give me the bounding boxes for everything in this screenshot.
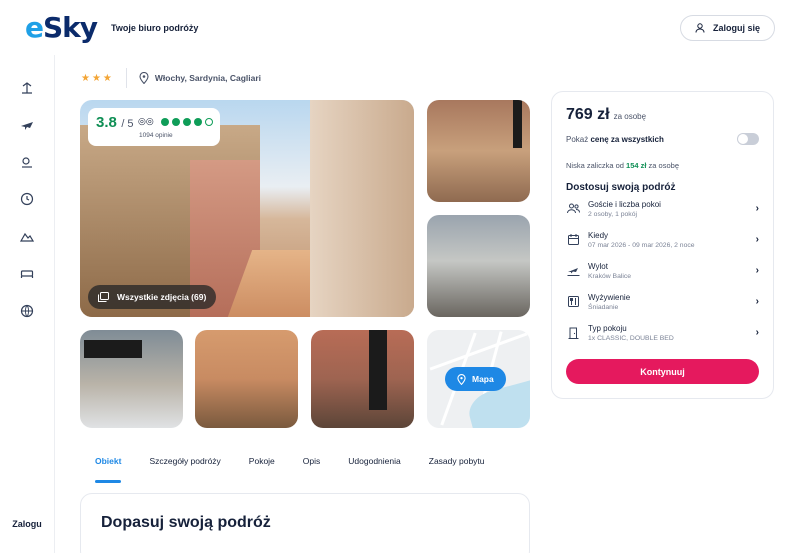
- chevron-right-icon: ›: [755, 203, 759, 214]
- option-sub: Śniadanie: [588, 303, 619, 311]
- location-pin-icon: [457, 373, 466, 385]
- users-icon: [566, 202, 580, 216]
- esky-logo[interactable]: e Sky: [25, 11, 98, 44]
- option-title: Wyżywienie: [588, 292, 631, 302]
- rating-dot: [182, 117, 191, 126]
- tab-zasady-pobytu[interactable]: Zasady pobytu: [415, 450, 499, 480]
- rating-dot: [204, 117, 213, 126]
- photo-wall: [310, 100, 414, 317]
- customize-title: Dostosuj swoją podróż: [566, 182, 676, 193]
- rail-login-button[interactable]: Zalogu: [9, 509, 45, 539]
- deposit-info: Niska zaliczka od 154 zł za osobę: [566, 161, 759, 170]
- login-label: Zaloguj się: [712, 23, 760, 33]
- photo-sign: [84, 340, 142, 358]
- tab-obiekt[interactable]: Obiekt: [81, 450, 135, 483]
- plane-departure-icon: [566, 264, 580, 278]
- option-title: Kiedy: [588, 230, 609, 240]
- photo-sign: [513, 100, 522, 148]
- booking-panel: 769 zł za osobę Pokaż cenę za wszystkich…: [551, 91, 774, 399]
- rating-dot: [171, 117, 180, 126]
- tab-szczegoly-podrozy[interactable]: Szczegóły podróży: [135, 450, 234, 480]
- option-departure[interactable]: Wylot Kraków Balice ›: [566, 255, 759, 286]
- detail-tabs: Obiekt Szczegóły podróży Pokoje Opis Udo…: [81, 450, 499, 483]
- hotel-meta: ★★★ Włochy, Sardynia, Cagliari: [81, 68, 261, 88]
- map-road: [429, 332, 528, 371]
- user-icon: [695, 23, 705, 33]
- bed-icon[interactable]: [18, 264, 36, 282]
- continue-button[interactable]: Kontynuuj: [566, 359, 759, 384]
- hotel-photo-2[interactable]: [427, 100, 530, 202]
- map-label: Mapa: [472, 374, 494, 384]
- cutlery-icon: [566, 295, 580, 309]
- hotel-location[interactable]: Włochy, Sardynia, Cagliari: [139, 72, 261, 84]
- price-for-all-toggle[interactable]: [737, 133, 759, 145]
- customize-section: Dopasuj swoją podróż: [80, 493, 530, 553]
- tagline: Twoje biuro podróży: [111, 22, 199, 33]
- clock-icon[interactable]: [18, 190, 36, 208]
- option-title: Typ pokoju: [588, 323, 627, 333]
- rating-card[interactable]: 3.8 / 5 ◎◎ 1094 opinie: [88, 108, 220, 146]
- login-button[interactable]: Zaloguj się: [679, 15, 775, 41]
- photo-sign: [369, 330, 387, 410]
- divider: [125, 68, 127, 88]
- chevron-right-icon: ›: [755, 327, 759, 338]
- option-meals[interactable]: Wyżywienie Śniadanie ›: [566, 286, 759, 317]
- hotel-stars: ★★★: [81, 72, 114, 84]
- option-title: Goście i liczba pokoi: [588, 199, 661, 209]
- rating-score: 3.8: [96, 114, 117, 131]
- tripadvisor-icon: ◎◎: [138, 116, 154, 126]
- calendar-icon: [566, 233, 580, 247]
- plane-icon[interactable]: [18, 116, 36, 134]
- chevron-right-icon: ›: [755, 265, 759, 276]
- rating-count: 1094 opinie: [139, 132, 173, 139]
- chevron-right-icon: ›: [755, 234, 759, 245]
- all-photos-button[interactable]: Wszystkie zdjęcia (69): [88, 285, 217, 309]
- toggle-label: Pokaż cenę za wszystkich: [566, 135, 664, 144]
- rating-dot: [160, 117, 169, 126]
- top-header: e Sky Twoje biuro podróży Zaloguj się: [0, 0, 800, 55]
- left-nav-rail: Zalogu: [0, 55, 55, 553]
- option-guests[interactable]: Goście i liczba pokoi 2 osoby, 1 pokój ›: [566, 193, 759, 224]
- option-room-type[interactable]: Typ pokoju 1x CLASSIC, DOUBLE BED ›: [566, 317, 759, 348]
- sun-icon[interactable]: [18, 153, 36, 171]
- option-sub: Kraków Balice: [588, 272, 632, 280]
- option-sub: 07 mar 2026 - 09 mar 2026, 2 noce: [588, 241, 695, 249]
- price-per: za osobę: [613, 112, 647, 121]
- globe-icon[interactable]: [18, 302, 36, 320]
- option-sub: 2 osoby, 1 pokój: [588, 210, 637, 218]
- option-title: Wylot: [588, 261, 608, 271]
- tab-opis[interactable]: Opis: [289, 450, 334, 480]
- hotel-photo-3[interactable]: [427, 215, 530, 317]
- option-dates[interactable]: Kiedy 07 mar 2026 - 09 mar 2026, 2 noce ›: [566, 224, 759, 255]
- rating-dot: [193, 117, 202, 126]
- beach-icon[interactable]: [18, 79, 36, 97]
- hotel-photo-4[interactable]: [80, 330, 183, 428]
- chevron-right-icon: ›: [755, 296, 759, 307]
- price-toggle-row: Pokaż cenę za wszystkich: [566, 133, 759, 145]
- hotel-photo-6[interactable]: [311, 330, 414, 428]
- hotel-photo-5[interactable]: [195, 330, 298, 428]
- toggle-bold: cenę za wszystkich: [590, 134, 664, 144]
- tab-udogodnienia[interactable]: Udogodnienia: [334, 450, 414, 480]
- main-hotel-photo[interactable]: 3.8 / 5 ◎◎ 1094 opinie Wszystkie zdjęcia…: [80, 100, 414, 317]
- mountain-icon[interactable]: [18, 227, 36, 245]
- map-thumbnail[interactable]: Mapa: [427, 330, 530, 428]
- deposit-amount: 154 zł: [626, 161, 647, 170]
- section-title: Dopasuj swoją podróż: [101, 514, 271, 531]
- deposit-prefix: Niska zaliczka od: [566, 161, 627, 170]
- door-icon: [566, 326, 580, 340]
- rating-dots: ◎◎: [138, 116, 213, 127]
- all-photos-label: Wszystkie zdjęcia (69): [117, 292, 207, 302]
- price-value: 769 zł: [566, 106, 610, 123]
- rating-max: / 5: [121, 118, 134, 130]
- option-sub: 1x CLASSIC, DOUBLE BED: [588, 334, 674, 342]
- location-pin-icon: [139, 72, 149, 84]
- location-text: Włochy, Sardynia, Cagliari: [154, 73, 262, 83]
- tab-pokoje[interactable]: Pokoje: [235, 450, 289, 480]
- gallery-icon: [98, 292, 109, 302]
- price-row: 769 zł za osobę: [566, 106, 759, 124]
- deposit-suffix: za osobę: [646, 161, 679, 170]
- toggle-prefix: Pokaż: [566, 134, 591, 144]
- map-button[interactable]: Mapa: [445, 367, 506, 391]
